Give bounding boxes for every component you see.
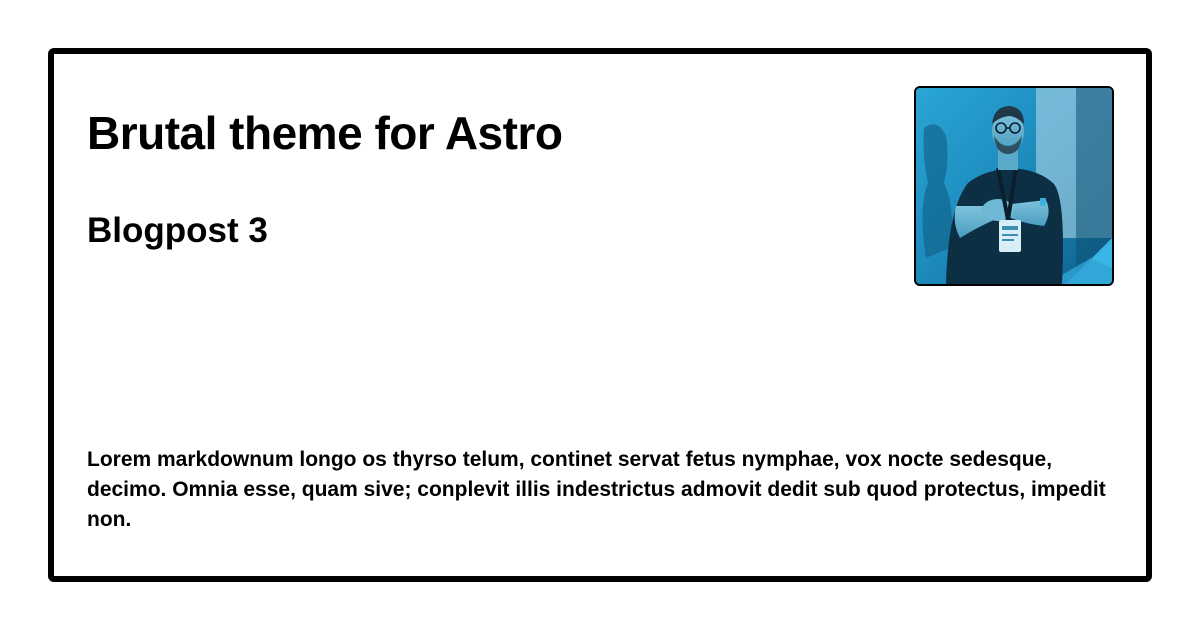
og-image-page: Brutal theme for Astro Blogpost 3 Lorem … — [0, 0, 1200, 630]
post-card: Brutal theme for Astro Blogpost 3 Lorem … — [48, 48, 1152, 582]
author-photo — [914, 86, 1114, 286]
author-photo-illustration — [916, 88, 1112, 284]
post-excerpt: Lorem markdownum longo os thyrso telum, … — [87, 448, 1106, 531]
post-title: Blogpost 3 — [87, 211, 268, 250]
site-title: Brutal theme for Astro — [87, 107, 563, 159]
